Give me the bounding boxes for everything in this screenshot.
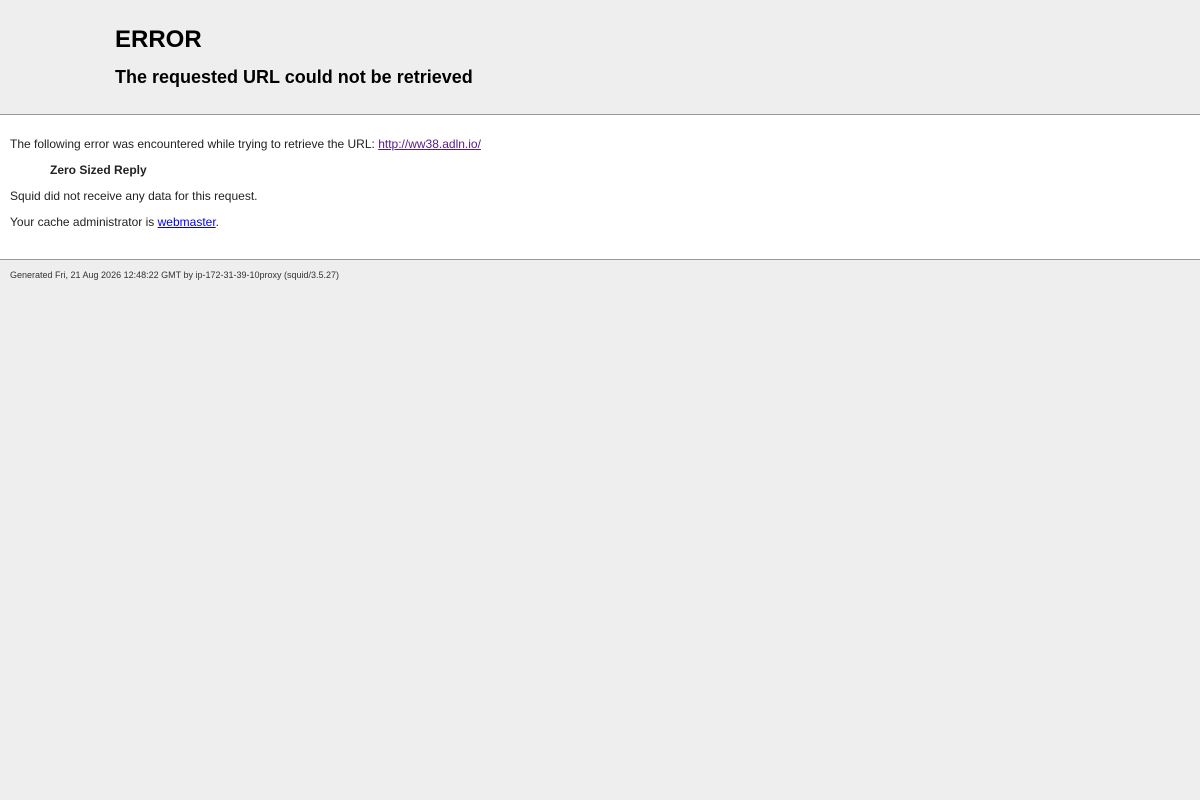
generated-text: Generated Fri, 21 Aug 2026 12:48:22 GMT … — [10, 270, 340, 280]
webmaster-link[interactable]: webmaster — [158, 215, 216, 229]
error-intro-text: The following error was encountered whil… — [10, 137, 379, 151]
admin-suffix: . — [215, 215, 220, 229]
error-intro: The following error was encountered whil… — [10, 137, 1190, 151]
titles-section: ERROR The requested URL could not be ret… — [0, 0, 1200, 115]
page-title: ERROR — [115, 26, 202, 53]
footer: Generated Fri, 21 Aug 2026 12:48:22 GMT … — [0, 260, 1200, 291]
error-content: The following error was encountered whil… — [0, 115, 1200, 260]
error-description: Squid did not receive any data for this … — [10, 189, 258, 203]
admin-line: Your cache administrator is webmaster. — [10, 215, 1190, 229]
error-quote: Zero Sized Reply — [50, 163, 1190, 177]
admin-prefix: Your cache administrator is — [10, 215, 158, 229]
error-name: Zero Sized Reply — [50, 163, 147, 177]
page-subtitle: The requested URL could not be retrieved — [115, 67, 473, 87]
requested-url-link[interactable]: http://ww38.adln.io/ — [378, 137, 481, 151]
